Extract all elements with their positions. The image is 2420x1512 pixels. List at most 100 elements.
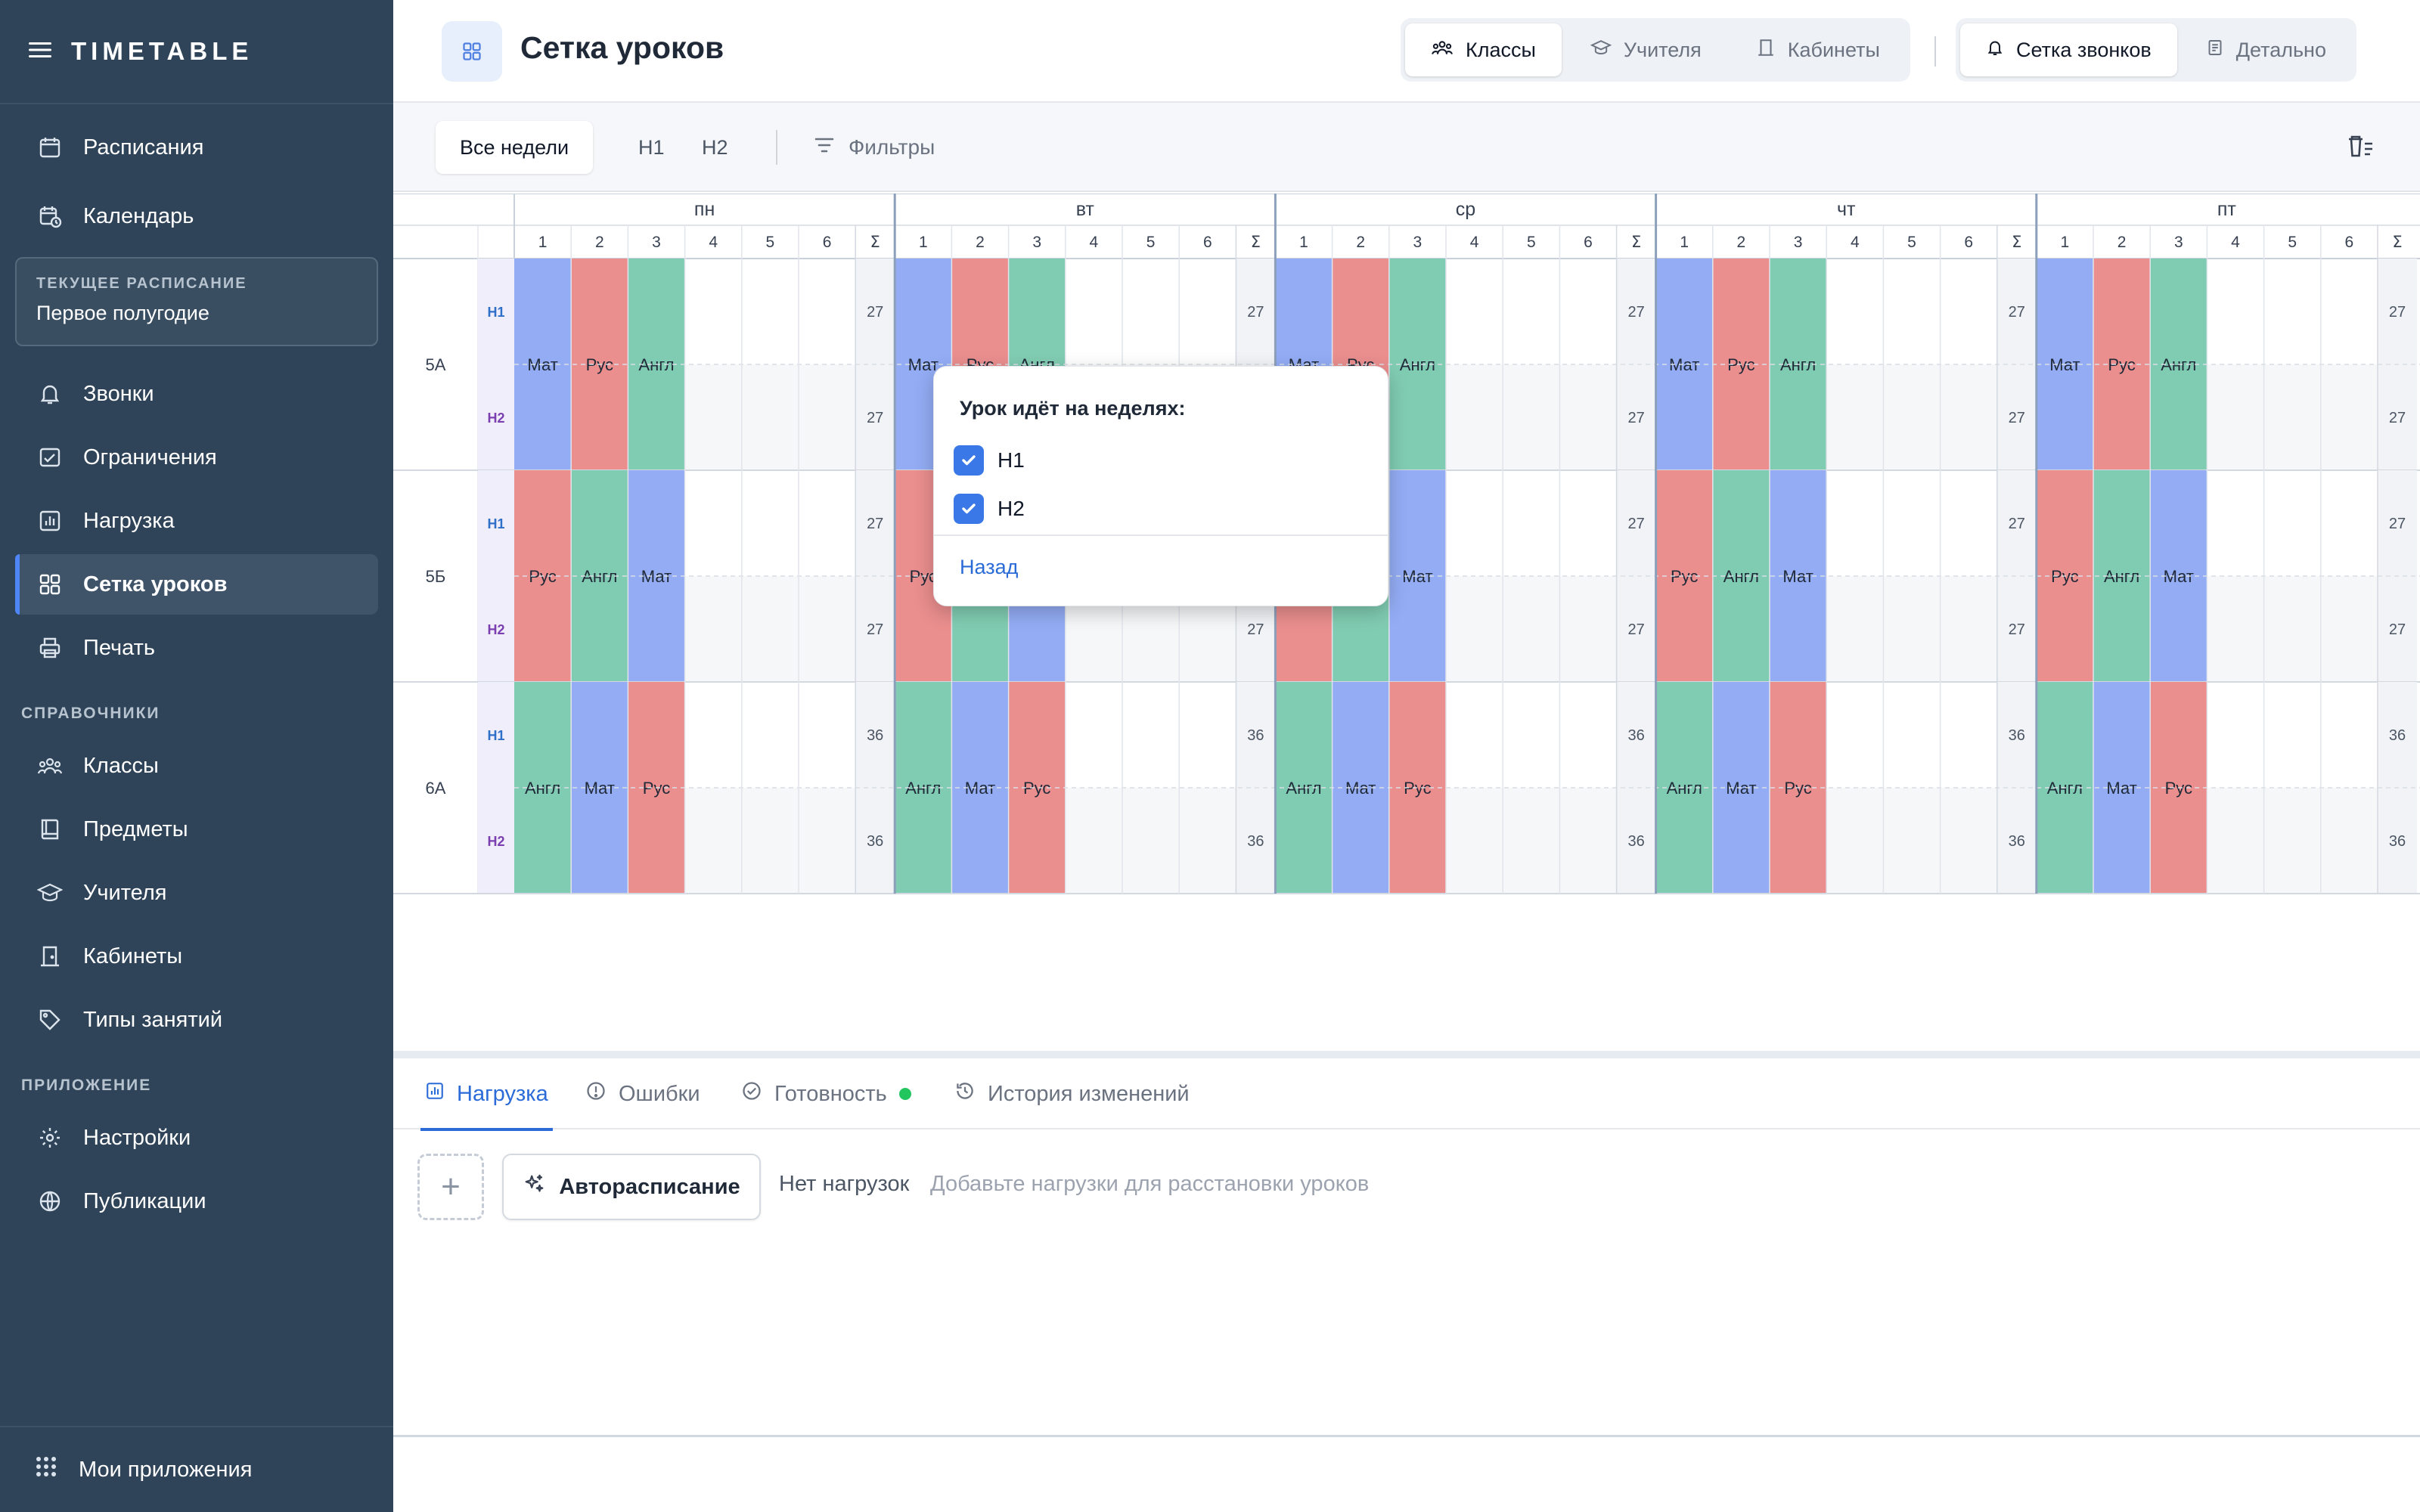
filter-icon	[814, 135, 835, 160]
mode-tabs: Сетка звонков Детально	[1956, 18, 2356, 82]
sidebar-item-print[interactable]: Печать	[15, 618, 378, 678]
week-filter-h2[interactable]: Н2	[678, 121, 752, 174]
popup-back-link[interactable]: Назад	[960, 556, 1018, 579]
week-option-h1[interactable]: Н1	[954, 445, 1025, 476]
period-header: 3	[1794, 234, 1803, 251]
checkbox-checked-icon[interactable]	[954, 494, 984, 524]
app-logo: TIMETABLE	[71, 37, 253, 65]
week-toolbar: Все недели Н1 Н2 Фильтры	[393, 103, 2420, 192]
sum-h1: 27	[867, 304, 883, 321]
clear-grid-icon[interactable]	[2346, 133, 2375, 164]
door-icon	[1756, 38, 1776, 63]
grid-icon	[36, 571, 64, 598]
sidebar-item-rooms[interactable]: Кабинеты	[15, 926, 378, 987]
tab-classes[interactable]: Классы	[1405, 23, 1562, 76]
tab-teachers[interactable]: Учителя	[1565, 23, 1727, 76]
sidebar-item-subjects[interactable]: Предметы	[15, 799, 378, 860]
sidebar-item-lesson-grid[interactable]: Сетка уроков	[15, 554, 378, 615]
tab-detailed[interactable]: Детально	[2180, 23, 2352, 76]
current-schedule-selector[interactable]: ТЕКУЩЕЕ РАСПИСАНИЕ Первое полугодие	[15, 257, 378, 346]
day-header: ср	[1456, 199, 1475, 220]
tag-icon	[36, 1006, 64, 1033]
tab-bell-grid[interactable]: Сетка звонков	[1960, 23, 2177, 76]
sidebar-item-calendar[interactable]: Календарь	[15, 186, 378, 246]
tab-rooms[interactable]: Кабинеты	[1730, 23, 1906, 76]
add-load-button[interactable]: +	[417, 1154, 484, 1220]
sum-h2: 36	[2389, 833, 2406, 850]
week-assignment-popup: Урок идёт на неделях: Н1 Н2 Назад	[933, 366, 1388, 606]
period-header: 1	[538, 234, 548, 251]
tab-label: Детально	[2235, 38, 2326, 61]
sidebar-item-lesson-types[interactable]: Типы занятий	[15, 990, 378, 1050]
week-label-h2: Н2	[487, 411, 504, 426]
sidebar-item-schedules[interactable]: Расписания	[15, 117, 378, 178]
document-icon	[2206, 38, 2224, 63]
tab-history[interactable]: История изменений	[954, 1058, 1190, 1129]
period-header: 4	[2231, 234, 2240, 251]
week-label-h1: Н1	[487, 728, 504, 743]
lesson-subject: Рус	[1023, 779, 1050, 798]
sum-h2: 27	[867, 410, 883, 426]
sum-h2: 27	[2389, 621, 2406, 638]
tab-errors[interactable]: Ошибки	[585, 1058, 700, 1129]
class-name: 5Б	[426, 567, 446, 586]
door-icon	[36, 943, 64, 970]
current-schedule-label: ТЕКУЩЕЕ РАСПИСАНИЕ	[36, 275, 247, 292]
sidebar-item-label: Ограничения	[83, 445, 217, 469]
period-header: 3	[1413, 234, 1423, 251]
sum-header: Σ	[2392, 233, 2402, 251]
sum-h2: 27	[2009, 621, 2025, 638]
sidebar-item-constraints[interactable]: Ограничения	[15, 427, 378, 488]
tab-load[interactable]: Нагрузка	[420, 1058, 553, 1131]
group-icon	[1431, 39, 1454, 62]
sum-header: Σ	[2012, 233, 2021, 251]
period-header: 3	[1032, 234, 1041, 251]
week-label-stripe	[478, 682, 514, 894]
week-label-stripe	[478, 470, 514, 682]
period-header: 5	[1146, 234, 1156, 251]
tab-label: Ошибки	[619, 1081, 700, 1106]
period-header: 2	[976, 234, 985, 251]
page-title: Сетка уроков	[520, 30, 724, 65]
sum-h1: 27	[867, 516, 883, 532]
bottom-panel-tabs: Нагрузка Ошибки Готовность История измен…	[393, 1058, 2420, 1131]
week-filter-all[interactable]: Все недели	[436, 121, 594, 174]
filters-button[interactable]: Фильтры	[814, 121, 935, 174]
week-option-label: Н1	[997, 448, 1025, 472]
sidebar-item-publications[interactable]: Публикации	[15, 1171, 378, 1232]
sidebar-item-classes[interactable]: Классы	[15, 736, 378, 796]
sidebar-item-bells[interactable]: Звонки	[15, 364, 378, 424]
period-header: 5	[1527, 234, 1536, 251]
tab-label: История изменений	[988, 1081, 1190, 1106]
tab-readiness[interactable]: Готовность	[741, 1058, 911, 1129]
period-header: 3	[652, 234, 661, 251]
my-apps-button[interactable]: Мои приложения	[0, 1426, 393, 1512]
period-header: 2	[2118, 234, 2127, 251]
sum-h2: 27	[2009, 410, 2025, 426]
sidebar-item-settings[interactable]: Настройки	[15, 1108, 378, 1168]
period-header: 5	[1907, 234, 1916, 251]
period-header: 4	[1090, 234, 1099, 251]
filters-label: Фильтры	[849, 135, 935, 159]
week-option-h2[interactable]: Н2	[954, 494, 1025, 524]
period-header: 2	[595, 234, 604, 251]
sidebar-item-load[interactable]: Нагрузка	[15, 491, 378, 551]
checkbox-checked-icon[interactable]	[954, 445, 984, 476]
popup-title: Урок идёт на неделях:	[960, 397, 1186, 420]
sidebar-item-label: Типы занятий	[83, 1007, 223, 1032]
sidebar-item-teachers[interactable]: Учителя	[15, 863, 378, 923]
period-header: 6	[2345, 234, 2354, 251]
sum-h2: 36	[1247, 833, 1264, 850]
panel-splitter[interactable]	[393, 1051, 2420, 1058]
period-header: 3	[2174, 234, 2183, 251]
sparkles-icon	[523, 1173, 545, 1201]
toolbar-divider	[776, 130, 777, 165]
readiness-status-dot	[898, 1088, 911, 1100]
sum-h1: 27	[2389, 516, 2406, 532]
auto-schedule-button[interactable]: Авторасписание	[502, 1154, 761, 1220]
hamburger-menu-icon[interactable]	[29, 41, 51, 63]
week-label-h1: Н1	[487, 305, 504, 320]
sidebar-section-app: ПРИЛОЖЕНИЕ	[21, 1077, 152, 1094]
no-load-label: Нет нагрузок	[779, 1172, 910, 1196]
sidebar-item-label: Классы	[83, 753, 159, 778]
